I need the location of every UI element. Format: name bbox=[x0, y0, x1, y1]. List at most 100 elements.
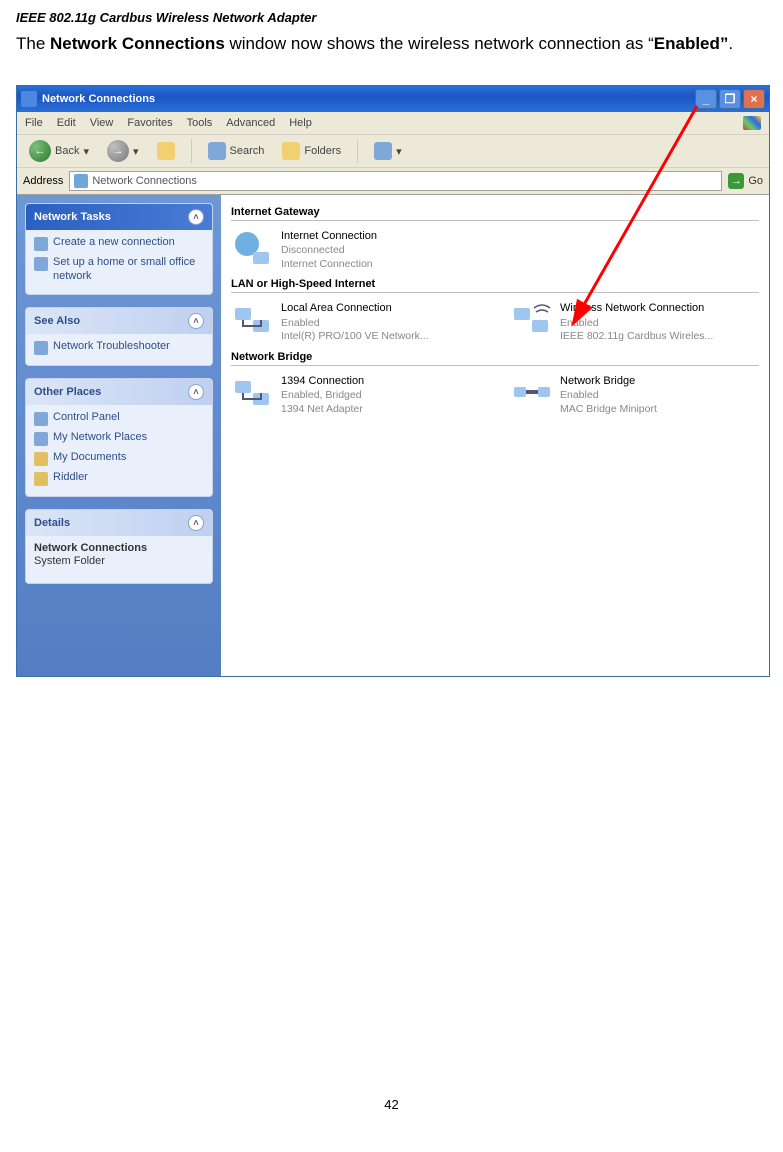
collapse-icon: ˄ bbox=[188, 313, 204, 329]
back-icon: ← bbox=[29, 140, 51, 162]
panel-body: Network Troubleshooter bbox=[26, 334, 212, 365]
windows-logo-icon bbox=[743, 116, 761, 130]
separator bbox=[191, 139, 192, 163]
panel-network-tasks: Network Tasks ˄ Create a new connection … bbox=[25, 203, 213, 295]
addressbar: Address Network Connections → Go bbox=[17, 168, 769, 195]
menu-view[interactable]: View bbox=[90, 117, 114, 129]
place-my-network[interactable]: My Network Places bbox=[34, 431, 204, 446]
conn-status: Enabled bbox=[560, 389, 657, 402]
panel-title: Network Tasks bbox=[34, 211, 111, 223]
connection-internet[interactable]: Internet Connection Disconnected Interne… bbox=[231, 227, 495, 273]
details-line2: System Folder bbox=[34, 555, 105, 567]
up-button[interactable] bbox=[151, 139, 181, 163]
wireless-icon bbox=[512, 302, 552, 340]
place-my-documents[interactable]: My Documents bbox=[34, 451, 204, 466]
search-button[interactable]: Search bbox=[202, 139, 271, 163]
address-value: Network Connections bbox=[92, 175, 197, 187]
folders-label: Folders bbox=[304, 145, 341, 157]
panel-details: Details ˄ Network Connections System Fol… bbox=[25, 509, 213, 585]
panel-title: Details bbox=[34, 517, 70, 529]
panel-title: Other Places bbox=[34, 386, 101, 398]
conn-status: Enabled bbox=[281, 317, 429, 330]
search-label: Search bbox=[230, 145, 265, 157]
back-button[interactable]: ← Back ▾ bbox=[23, 137, 95, 165]
conn-name: Internet Connection bbox=[281, 230, 377, 243]
panel-head[interactable]: See Also ˄ bbox=[26, 308, 212, 334]
task-icon bbox=[34, 237, 48, 251]
item-label: My Documents bbox=[53, 451, 126, 465]
panel-head[interactable]: Other Places ˄ bbox=[26, 379, 212, 405]
item-icon bbox=[34, 412, 48, 426]
address-icon bbox=[74, 174, 88, 188]
connection-1394[interactable]: 1394 Connection Enabled, Bridged 1394 Ne… bbox=[231, 372, 480, 418]
conn-device: MAC Bridge Miniport bbox=[560, 403, 657, 416]
lan-icon bbox=[233, 302, 273, 340]
menu-edit[interactable]: Edit bbox=[57, 117, 76, 129]
conn-status: Enabled, Bridged bbox=[281, 389, 364, 402]
task-label: Create a new connection bbox=[53, 236, 175, 250]
task-icon bbox=[34, 257, 48, 271]
go-icon: → bbox=[728, 173, 744, 189]
menu-favorites[interactable]: Favorites bbox=[127, 117, 172, 129]
details-body: Network Connections System Folder bbox=[26, 536, 212, 584]
conn-device: Intel(R) PRO/100 VE Network... bbox=[281, 330, 429, 343]
section-internet-gateway: Internet Gateway bbox=[231, 201, 759, 221]
window-controls: _ ❐ × bbox=[695, 89, 765, 109]
address-input[interactable]: Network Connections bbox=[69, 171, 722, 191]
menu-help[interactable]: Help bbox=[289, 117, 312, 129]
maximize-button[interactable]: ❐ bbox=[719, 89, 741, 109]
sidebar: Network Tasks ˄ Create a new connection … bbox=[17, 195, 221, 676]
text: The bbox=[16, 34, 50, 53]
panel-title: See Also bbox=[34, 315, 80, 327]
item-icon bbox=[34, 452, 48, 466]
menu-file[interactable]: File bbox=[25, 117, 43, 129]
panel-body: Create a new connection Set up a home or… bbox=[26, 230, 212, 294]
item-icon bbox=[34, 341, 48, 355]
folders-icon bbox=[282, 142, 300, 160]
views-button[interactable]: ▾ bbox=[368, 139, 408, 163]
forward-button[interactable]: → ▾ bbox=[101, 137, 145, 165]
text-bold: Network Connections bbox=[50, 34, 225, 53]
item-label: Network Troubleshooter bbox=[53, 340, 170, 354]
task-label: Set up a home or small office network bbox=[53, 256, 204, 284]
panel-head[interactable]: Network Tasks ˄ bbox=[26, 204, 212, 230]
conn-device: Internet Connection bbox=[281, 258, 377, 271]
details-line1: Network Connections bbox=[34, 542, 147, 554]
collapse-icon: ˄ bbox=[188, 209, 204, 225]
connection-bridge[interactable]: Network Bridge Enabled MAC Bridge Minipo… bbox=[510, 372, 759, 418]
toolbar: ← Back ▾ → ▾ Search Folders bbox=[17, 135, 769, 168]
connection-lan[interactable]: Local Area Connection Enabled Intel(R) P… bbox=[231, 299, 480, 345]
globe-connection-icon bbox=[233, 230, 273, 268]
place-riddler[interactable]: Riddler bbox=[34, 471, 204, 486]
window-title: Network Connections bbox=[42, 93, 155, 105]
task-setup-network[interactable]: Set up a home or small office network bbox=[34, 256, 204, 284]
minimize-button[interactable]: _ bbox=[695, 89, 717, 109]
collapse-icon: ˄ bbox=[188, 384, 204, 400]
task-create-connection[interactable]: Create a new connection bbox=[34, 236, 204, 251]
search-icon bbox=[208, 142, 226, 160]
network-connections-window: Network Connections _ ❐ × File Edit View… bbox=[16, 85, 770, 677]
dropdown-icon: ▾ bbox=[133, 145, 139, 158]
seealso-troubleshooter[interactable]: Network Troubleshooter bbox=[34, 340, 204, 355]
doc-title: IEEE 802.11g Cardbus Wireless Network Ad… bbox=[16, 10, 767, 25]
item-icon bbox=[34, 432, 48, 446]
menubar: File Edit View Favorites Tools Advanced … bbox=[17, 112, 769, 135]
place-control-panel[interactable]: Control Panel bbox=[34, 411, 204, 426]
collapse-icon: ˄ bbox=[188, 515, 204, 531]
menu-tools[interactable]: Tools bbox=[187, 117, 213, 129]
connection-wireless[interactable]: Wireless Network Connection Enabled IEEE… bbox=[510, 299, 759, 345]
menu-advanced[interactable]: Advanced bbox=[226, 117, 275, 129]
panel-head[interactable]: Details ˄ bbox=[26, 510, 212, 536]
conn-name: Local Area Connection bbox=[281, 302, 429, 315]
forward-icon: → bbox=[107, 140, 129, 162]
text: . bbox=[728, 34, 733, 53]
go-button[interactable]: → Go bbox=[728, 173, 763, 189]
folders-button[interactable]: Folders bbox=[276, 139, 347, 163]
back-label: Back bbox=[55, 145, 79, 157]
content-pane: Internet Gateway Internet Connection Dis… bbox=[221, 195, 769, 676]
go-label: Go bbox=[748, 175, 763, 187]
conn-name: Network Bridge bbox=[560, 375, 657, 388]
conn-status: Enabled bbox=[560, 317, 713, 330]
conn-name: Wireless Network Connection bbox=[560, 302, 713, 315]
close-button[interactable]: × bbox=[743, 89, 765, 109]
